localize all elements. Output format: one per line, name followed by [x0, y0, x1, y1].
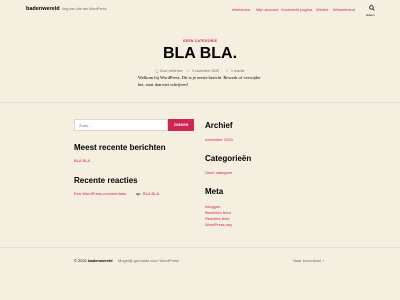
search-toggle-label[interactable]: Zoeken [366, 14, 374, 17]
meta-login-link[interactable]: Inloggen [205, 204, 220, 209]
search-placeholder: Zoek ... [79, 123, 93, 128]
nav-item-winkelmand[interactable]: Winkelmand [333, 7, 355, 12]
post-title: BLA BLA. [162, 45, 238, 62]
post-author[interactable]: Door viekenbe [160, 69, 183, 73]
site-tagline: Nog een site van WordPress [62, 7, 107, 11]
nav-item-afrekenen[interactable]: Afrekenen [232, 7, 250, 12]
post-category[interactable]: GEEN CATEGORIE [0, 39, 400, 43]
content-divider [0, 102, 400, 103]
search-input[interactable]: Zoek ... [74, 119, 168, 131]
nav-item-mijn-account[interactable]: Mijn account [256, 7, 278, 12]
post-comments-link[interactable]: 1 reactie [231, 69, 244, 73]
category-item-link[interactable]: Geen categorie [205, 170, 232, 175]
post-date[interactable]: 3 november 2020 [192, 69, 219, 73]
author-icon: ◯ [155, 69, 159, 73]
comment-author-link[interactable]: Een WordPress-commentator [74, 191, 127, 196]
recent-posts-heading: Meest recente berichten [74, 143, 166, 152]
footer-divider [0, 247, 400, 248]
search-submit-button[interactable]: ZOEKEN [168, 119, 194, 131]
archive-item-link[interactable]: november 2020 [205, 137, 233, 142]
meta-heading: Meta [205, 187, 224, 196]
copyright-text: © 2021 [74, 258, 87, 263]
meta-wordpress-link[interactable]: WordPress.org [205, 222, 232, 227]
recent-comments-heading: Recente reacties [74, 176, 138, 185]
nav-item-voorbeeld-pagina[interactable]: Voorbeeld pagina [281, 7, 312, 12]
calendar-icon: □ [187, 69, 190, 73]
comment-post-link[interactable]: BLA BLA. [143, 191, 160, 196]
comment-on-text: op [136, 191, 141, 196]
footer-site-link[interactable]: badenwereld [88, 258, 112, 263]
meta-comments-feed-link[interactable]: Reacties feed [205, 216, 229, 221]
comment-icon: □ [226, 69, 229, 73]
archive-heading: Archief [205, 121, 233, 130]
search-icon[interactable] [369, 5, 375, 11]
footer-powered-by[interactable]: Mogelijk gemaakt door WordPress [118, 258, 179, 263]
categories-heading: Categorieën [205, 154, 252, 163]
post-content: Welkom bij WordPress. Dit is je eerste b… [138, 75, 261, 87]
nav-item-winkel[interactable]: Winkel [316, 7, 328, 12]
recent-post-link[interactable]: BLA BLA. [74, 158, 91, 163]
meta-posts-feed-link[interactable]: Berichten feed [205, 210, 231, 215]
site-title[interactable]: badenwereld [26, 6, 60, 12]
footer-copyright: © 2021 badenwereld [74, 258, 113, 263]
back-to-top-link[interactable]: Naar bovenkant ↑ [293, 258, 324, 263]
site-header: badenwereld Nog een site van WordPress A… [0, 0, 400, 20]
